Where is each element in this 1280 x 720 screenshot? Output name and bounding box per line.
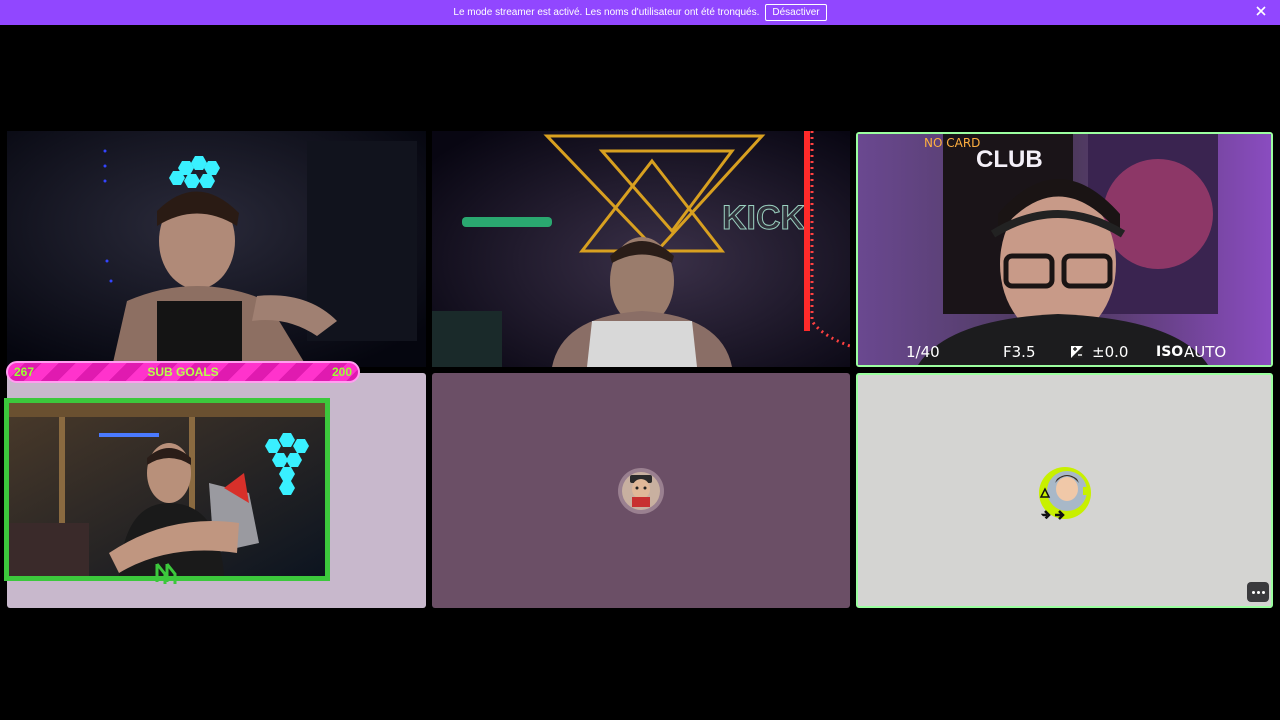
- iso-value: AUTO: [1184, 343, 1227, 361]
- streamer-logo-icon: [155, 563, 177, 584]
- exposure-value: ±0.0: [1092, 343, 1129, 361]
- stream-video-3: [858, 134, 1271, 365]
- aperture-value: F3.5: [1003, 343, 1036, 361]
- kick-sign: KICK: [722, 199, 806, 237]
- stream-video-4-content: [9, 403, 325, 576]
- sub-goals-target: 200: [331, 365, 352, 379]
- disable-streamer-mode-button[interactable]: Désactiver: [765, 4, 827, 21]
- banner-message: Le mode streamer est activé. Les noms d'…: [453, 7, 760, 18]
- sub-goals-current: 267: [14, 365, 35, 379]
- no-card-label: NO CARD: [924, 136, 981, 150]
- stream-tile-2[interactable]: KICK: [432, 131, 850, 367]
- stream-video-1: [7, 131, 426, 367]
- poster-text: CLUB: [976, 146, 1043, 173]
- shutter-value: 1/40: [906, 343, 940, 361]
- led-strip: [804, 131, 810, 331]
- stream-tile-6[interactable]: [856, 373, 1273, 608]
- stream-tile-1[interactable]: [7, 131, 426, 367]
- more-options-button[interactable]: [1247, 582, 1269, 602]
- sub-goals-title: SUB GOALS: [147, 365, 219, 379]
- iso-label: ISO: [1156, 344, 1184, 360]
- camera-overlay-bar: 1/40 F3.5 ±0.0 ISO AUTO: [858, 341, 1271, 363]
- stream-tile-5[interactable]: [432, 373, 850, 608]
- stream-video-4[interactable]: [4, 398, 330, 581]
- exposure-icon: [1070, 345, 1084, 359]
- sub-goals-bar: 267 SUB GOALS 200: [6, 361, 360, 383]
- user-avatar-6: [1039, 467, 1091, 520]
- more-options-icon: [1251, 590, 1255, 594]
- stream-tile-3[interactable]: CLUB NO CARD 1/40 F3.5 ±0.0 ISO AUTO: [856, 132, 1273, 367]
- stream-video-2: KICK: [432, 131, 850, 367]
- user-avatar-5: [618, 468, 664, 514]
- streamer-mode-banner: Le mode streamer est activé. Les noms d'…: [0, 0, 1280, 25]
- close-icon[interactable]: [1254, 4, 1268, 18]
